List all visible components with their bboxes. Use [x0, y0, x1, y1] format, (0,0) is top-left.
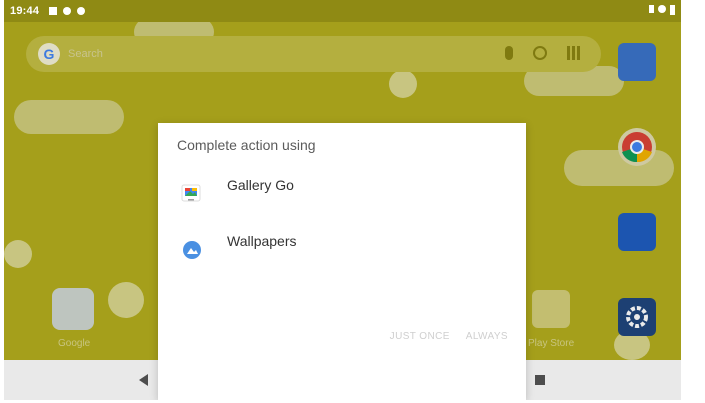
dialog-title: Complete action using	[177, 137, 316, 153]
recents-icon[interactable]	[535, 375, 545, 385]
option-gallery-go[interactable]: Gallery Go	[158, 171, 526, 215]
settings-notification-icon	[63, 7, 72, 15]
bluetooth-icon	[649, 5, 654, 13]
option-wallpapers[interactable]: Wallpapers	[158, 227, 526, 271]
status-time: 19:44	[10, 5, 40, 17]
gallery-go-icon	[181, 184, 201, 202]
always-button[interactable]: ALWAYS	[466, 331, 508, 342]
sync-icon	[77, 7, 86, 15]
battery-icon	[670, 5, 675, 15]
home-screen: 19:44 G Search Google Play Store Complet…	[4, 0, 681, 400]
status-bar: 19:44	[4, 0, 681, 22]
chooser-dialog: Complete action using Gallery Go Wallpap…	[158, 123, 526, 400]
option-label-gallery-go: Gallery Go	[227, 177, 294, 193]
just-once-button[interactable]: JUST ONCE	[390, 331, 450, 342]
wallpapers-icon	[183, 241, 201, 259]
wifi-icon	[658, 5, 666, 13]
back-icon[interactable]	[139, 374, 148, 386]
dialog-actions: JUST ONCE ALWAYS	[390, 331, 508, 342]
option-label-wallpapers: Wallpapers	[227, 233, 297, 249]
notification-icon	[49, 7, 58, 15]
